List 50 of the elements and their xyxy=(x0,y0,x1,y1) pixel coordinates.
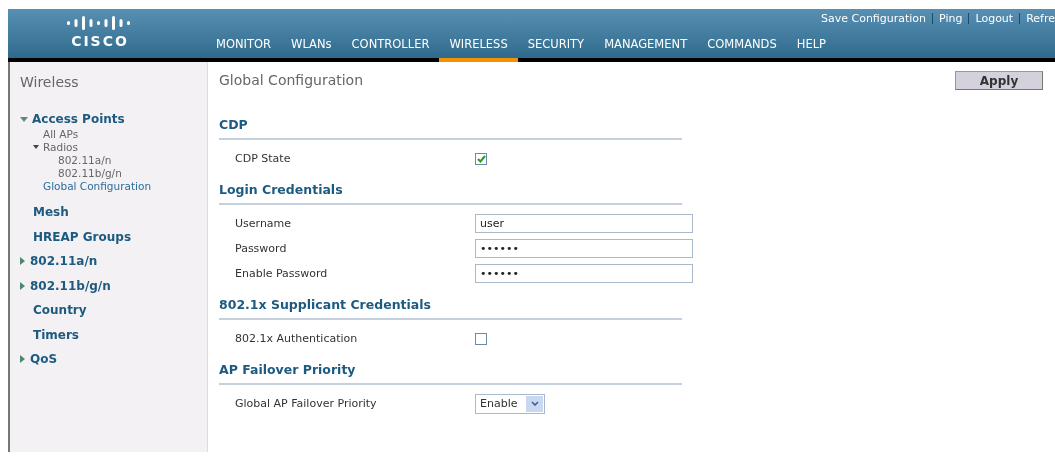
section-heading: AP Failover Priority xyxy=(219,362,682,385)
input-field[interactable]: •••••• xyxy=(475,264,693,283)
field-label: Password xyxy=(235,242,288,255)
sidebar-item[interactable]: 802.11a/n xyxy=(58,153,112,166)
apply-button[interactable]: Apply xyxy=(955,71,1043,90)
sidebar-item[interactable]: QoS xyxy=(30,352,58,367)
section-heading: Login Credentials xyxy=(219,182,682,205)
nav-tab[interactable]: MONITOR xyxy=(206,37,282,58)
nav-tab[interactable]: CONTROLLER xyxy=(341,37,440,58)
nav-tab[interactable]: SECURITY xyxy=(517,37,595,58)
header-link[interactable]: Logout xyxy=(975,12,1014,25)
header-link[interactable]: Ping xyxy=(939,12,963,25)
chevron-down-icon xyxy=(530,401,539,406)
sidebar-item[interactable]: Country xyxy=(33,303,87,318)
page-title: Global Configuration xyxy=(219,72,364,88)
logo-wordmark: CISCO xyxy=(71,33,129,49)
section-heading: 802.1x Supplicant Credentials xyxy=(219,297,682,320)
checkbox[interactable] xyxy=(475,332,487,345)
field-label: Global AP Failover Priority xyxy=(235,397,378,410)
nav-tab[interactable]: WIRELESS xyxy=(439,37,518,62)
sidebar-item[interactable]: Mesh xyxy=(33,205,69,220)
field-label: CDP State xyxy=(235,152,292,165)
field-label: Enable Password xyxy=(235,267,329,280)
nav-tab[interactable]: MANAGEMENT xyxy=(594,37,698,58)
expanded-arrow-icon[interactable] xyxy=(33,144,39,149)
sidebar-item[interactable]: Radios xyxy=(43,140,78,153)
nav-tab[interactable]: WLANs xyxy=(281,37,342,58)
input-field[interactable]: user xyxy=(475,214,693,233)
sidebar-item[interactable]: 802.11b/g/n xyxy=(30,278,111,293)
header-link[interactable]: Refre xyxy=(1026,12,1055,25)
nav-tab[interactable]: COMMANDS xyxy=(697,37,787,58)
collapsed-arrow-icon[interactable] xyxy=(20,281,25,290)
checkbox[interactable] xyxy=(475,152,487,165)
field-label: Username xyxy=(235,217,293,230)
dropdown[interactable]: Enable xyxy=(475,393,545,414)
sidebar-item[interactable]: 802.11b/g/n xyxy=(58,166,122,179)
field-label: 802.1x Authentication xyxy=(235,332,359,345)
sidebar-item[interactable]: Timers xyxy=(33,327,79,342)
section-heading: CDP xyxy=(219,117,682,140)
collapsed-arrow-icon[interactable] xyxy=(20,257,25,266)
sidebar-item[interactable]: 802.11a/n xyxy=(30,254,98,269)
header-link[interactable]: Save Configuration xyxy=(820,12,927,25)
nav-tab[interactable]: HELP xyxy=(786,37,837,58)
sidebar-title: Wireless xyxy=(20,74,80,90)
sidebar-item[interactable]: Global Configuration xyxy=(43,179,152,192)
sidebar-item[interactable]: HREAP Groups xyxy=(33,229,132,244)
sidebar-item[interactable]: Access Points xyxy=(32,112,125,126)
input-field[interactable]: •••••• xyxy=(475,239,693,258)
collapsed-arrow-icon[interactable] xyxy=(20,355,25,364)
sidebar-item[interactable]: All APs xyxy=(43,127,79,140)
